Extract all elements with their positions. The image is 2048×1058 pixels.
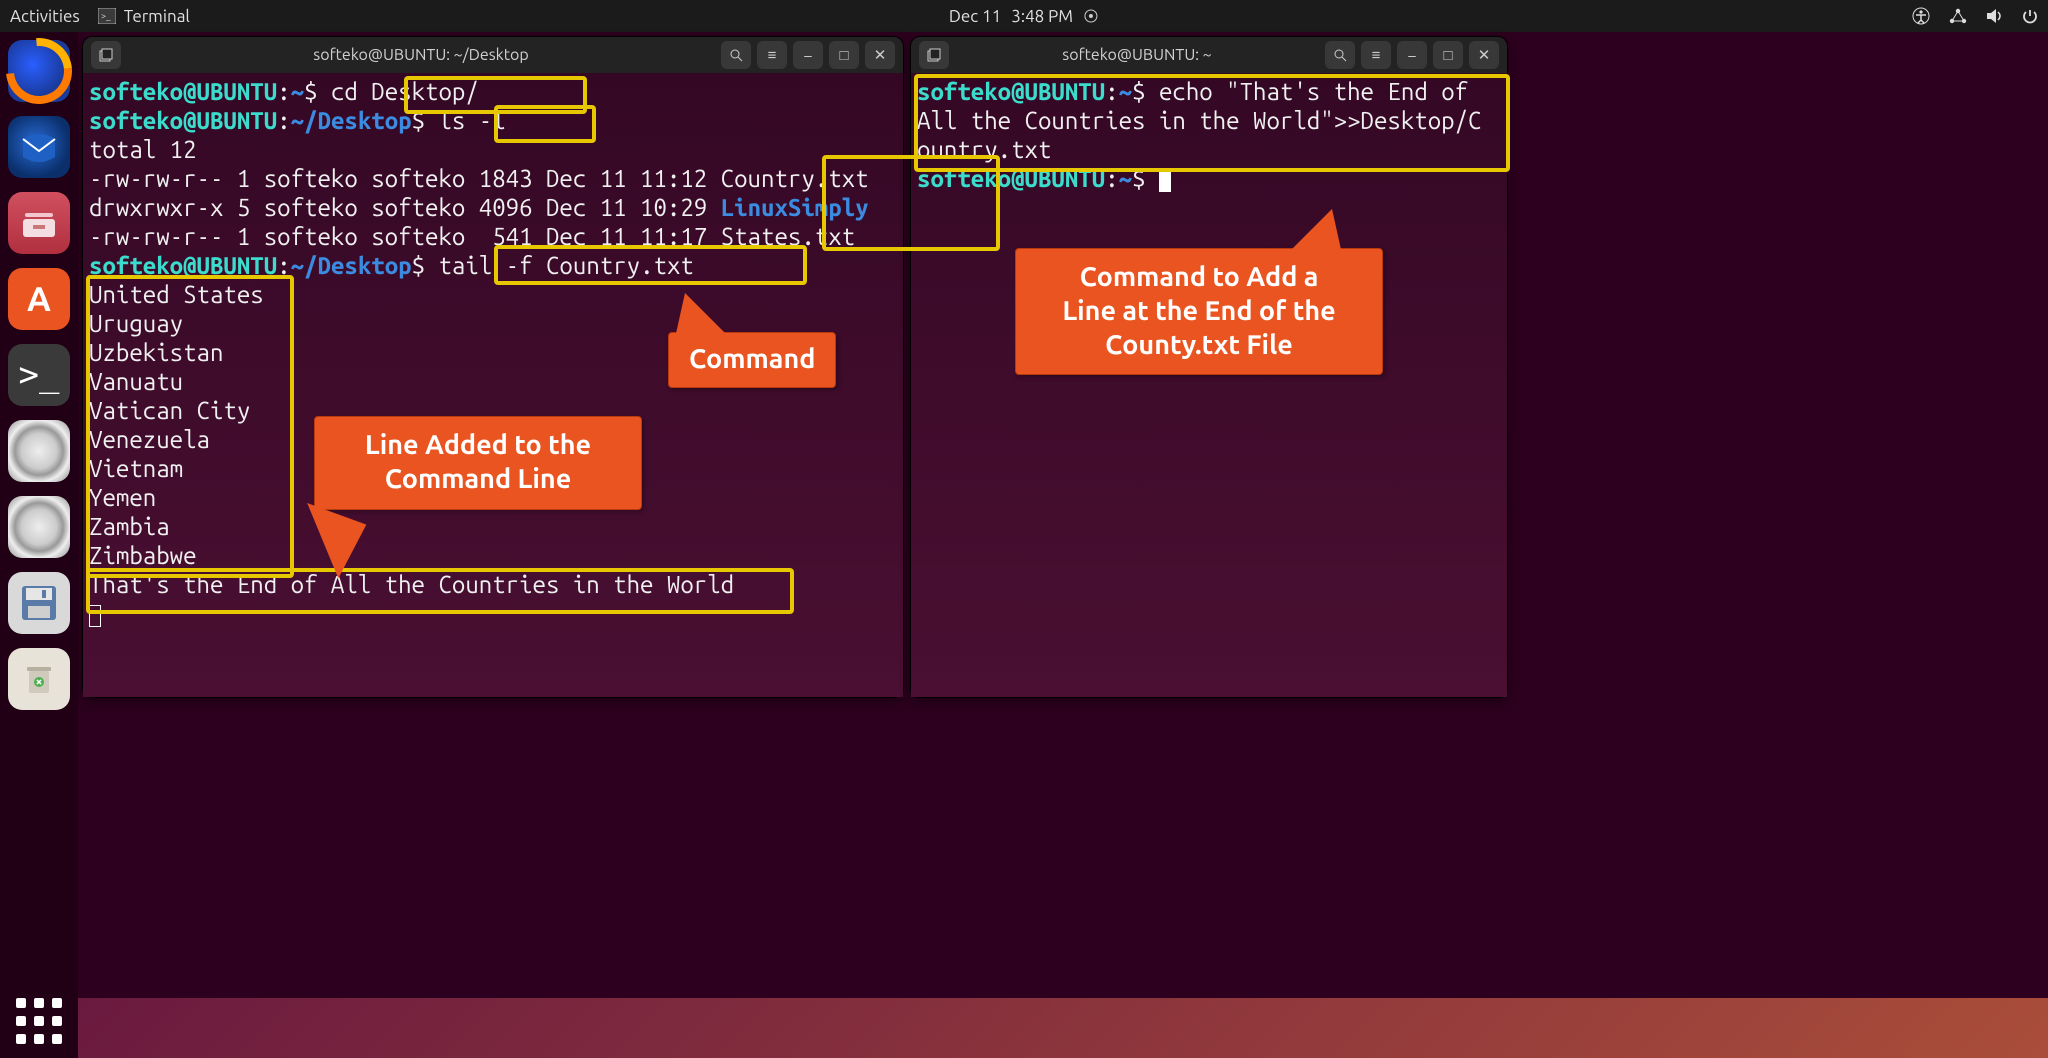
terminal-app-icon[interactable]: >_ — [8, 344, 70, 406]
active-app-name: Terminal — [124, 7, 190, 26]
new-tab-button[interactable] — [91, 41, 121, 69]
window-title-right: softeko@UBUNTU: ~ — [949, 46, 1325, 64]
callout-line-added: Line Added to the Command Line — [314, 416, 642, 510]
menu-button[interactable]: ≡ — [1361, 41, 1391, 69]
callout-right-text: Command to Add a Line at the End of the … — [1062, 262, 1335, 360]
system-tray[interactable] — [1912, 7, 2038, 25]
date-label: Dec 11 — [949, 7, 1001, 26]
clock-area[interactable]: Dec 11 3:48 PM — [949, 7, 1099, 26]
thunderbird-icon[interactable] — [8, 116, 70, 178]
menu-button[interactable]: ≡ — [757, 41, 787, 69]
trash-icon[interactable] — [8, 648, 70, 710]
accessibility-icon — [1912, 7, 1930, 25]
minimize-button[interactable]: – — [793, 41, 823, 69]
notifications-icon — [1083, 8, 1099, 24]
apps-grid-icon[interactable] — [16, 998, 62, 1044]
svg-text:>_: >_ — [101, 11, 111, 21]
files-icon[interactable] — [8, 192, 70, 254]
titlebar-left[interactable]: softeko@UBUNTU: ~/Desktop ≡ – □ ✕ — [83, 37, 903, 73]
callout-command-text: Command — [689, 344, 815, 374]
active-app-indicator[interactable]: >_ Terminal — [98, 7, 190, 26]
volume-icon — [1986, 8, 2004, 24]
new-tab-button[interactable] — [919, 41, 949, 69]
disc-icon-2[interactable] — [8, 496, 70, 558]
network-icon — [1948, 7, 1968, 25]
callout-line-added-text: Line Added to the Command Line — [365, 430, 591, 494]
maximize-button[interactable]: □ — [829, 41, 859, 69]
close-button[interactable]: ✕ — [865, 41, 895, 69]
search-button[interactable] — [1325, 41, 1355, 69]
callout-arrow — [675, 293, 730, 338]
terminal-body-right[interactable]: softeko@UBUNTU:~$ echo "That's the End o… — [911, 73, 1507, 697]
maximize-button[interactable]: □ — [1433, 41, 1463, 69]
topbar-left: Activities >_ Terminal — [10, 7, 190, 26]
close-button[interactable]: ✕ — [1469, 41, 1499, 69]
callout-right: Command to Add a Line at the End of the … — [1015, 248, 1383, 375]
desktop-background-strip — [78, 998, 2048, 1058]
minimize-button[interactable]: – — [1397, 41, 1427, 69]
activities-button[interactable]: Activities — [10, 7, 80, 26]
terminal-icon: >_ — [98, 8, 116, 24]
search-button[interactable] — [721, 41, 751, 69]
time-label: 3:48 PM — [1011, 7, 1073, 26]
save-icon[interactable] — [8, 572, 70, 634]
software-center-icon[interactable] — [8, 268, 70, 330]
dock: >_ — [0, 32, 78, 1058]
disc-icon-1[interactable] — [8, 420, 70, 482]
callout-arrow — [1287, 209, 1342, 254]
top-bar: Activities >_ Terminal Dec 11 3:48 PM — [0, 0, 2048, 32]
titlebar-right[interactable]: softeko@UBUNTU: ~ ≡ – □ ✕ — [911, 37, 1507, 73]
firefox-icon[interactable] — [8, 40, 70, 102]
callout-command: Command — [668, 332, 836, 388]
window-title-left: softeko@UBUNTU: ~/Desktop — [121, 46, 721, 64]
power-icon — [2022, 8, 2038, 24]
